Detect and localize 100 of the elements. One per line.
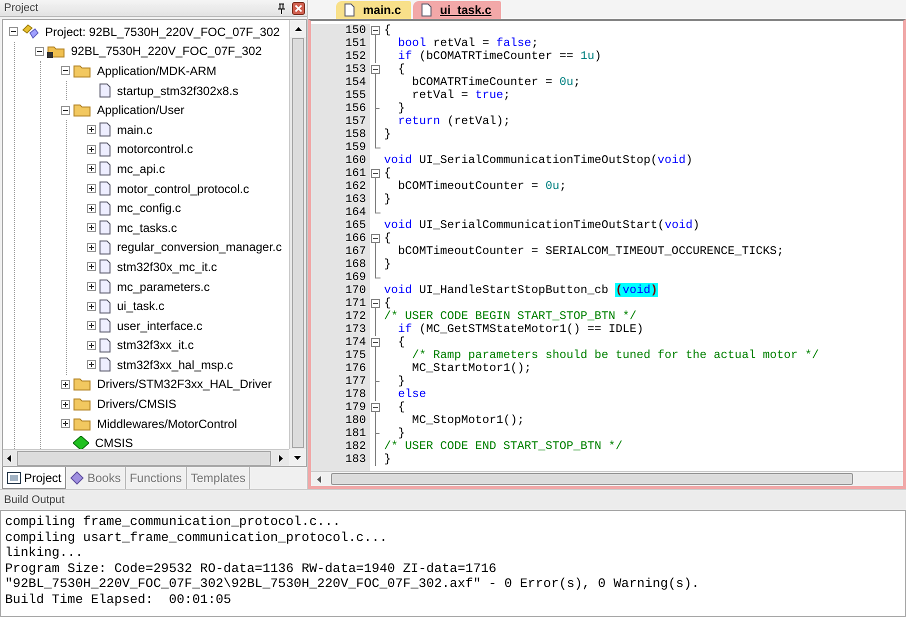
tree-item[interactable]: mc_api.c (117, 162, 166, 176)
tree-item[interactable]: stm32f30x_mc_it.c (117, 260, 218, 274)
code-line: bool retVal = false; (397, 37, 540, 50)
tree-item[interactable]: Drivers/STM32F3xx_HAL_Driver (97, 377, 272, 392)
collapse-icon[interactable] (370, 336, 382, 349)
collapse-icon[interactable] (370, 24, 382, 37)
output-line: compiling usart_frame_communication_protocol.c... (5, 530, 388, 545)
line-number: 183 (345, 453, 366, 466)
collapse-icon[interactable] (370, 167, 382, 180)
line-number: 153 (345, 63, 366, 76)
tree-item[interactable]: Application/User (97, 103, 184, 118)
tree-item[interactable]: stm32f3xx_hal_msp.c (117, 358, 234, 372)
code-line: { (397, 401, 406, 414)
file-icon (99, 338, 111, 353)
tree-item[interactable]: ui_task.c (117, 299, 164, 314)
code-line: bCOMATRTimeCounter = 0u; (411, 76, 582, 89)
pin-icon[interactable] (277, 2, 286, 14)
expand-icon[interactable] (61, 380, 70, 389)
tree-item[interactable]: mc_config.c (117, 201, 182, 216)
tree-item[interactable]: Middlewares/MotorControl (97, 416, 238, 431)
tree-item[interactable]: startup_stm32f302x8.s (117, 84, 238, 98)
code-line: { (397, 336, 406, 349)
scrollbar-thumb[interactable] (292, 38, 304, 448)
code-line: } (384, 193, 392, 206)
close-icon[interactable] (292, 2, 305, 14)
code-line: } (384, 128, 392, 141)
expand-icon[interactable] (87, 242, 96, 252)
collapse-icon[interactable] (9, 27, 18, 36)
line-number: 178 (345, 388, 366, 401)
expand-icon[interactable] (87, 184, 96, 194)
collapse-icon[interactable] (61, 106, 70, 115)
line-number: 179 (345, 401, 366, 414)
expand-icon[interactable] (87, 164, 96, 174)
expand-icon[interactable] (61, 419, 70, 428)
tree-item[interactable]: mc_parameters.c (117, 280, 210, 294)
collapse-icon[interactable] (370, 63, 382, 76)
collapse-icon[interactable] (370, 297, 382, 310)
collapse-icon[interactable] (61, 66, 70, 76)
expand-icon[interactable] (87, 360, 96, 370)
panel-tab[interactable]: Project (2, 467, 66, 489)
project-icon (21, 24, 39, 40)
expand-icon[interactable] (87, 223, 96, 232)
line-number: 151 (345, 37, 366, 50)
line-number: 162 (345, 180, 366, 193)
code-line: /* USER CODE END START_STOP_BTN */ (384, 440, 624, 453)
horizontal-scrollbar[interactable] (3, 449, 289, 466)
horizontal-scrollbar[interactable] (311, 471, 903, 486)
code-line: void UI_HandleStartStopButton_cb (void) (384, 284, 659, 297)
expand-icon[interactable] (87, 262, 96, 272)
expand-icon[interactable] (61, 400, 70, 409)
code-line: void UI_SerialCommunicationTimeOutStop(void) (384, 154, 694, 167)
expand-icon[interactable] (87, 302, 96, 311)
file-tab[interactable]: ui_task.c (413, 1, 502, 19)
tree-item[interactable]: CMSIS (95, 436, 134, 449)
tree-item[interactable]: regular_conversion_manager.c (117, 240, 282, 254)
tree-item[interactable]: motorcontrol.c (117, 142, 194, 156)
line-number: 158 (345, 128, 366, 141)
line-number: 169 (345, 271, 366, 284)
file-icon (99, 200, 111, 216)
vertical-scrollbar[interactable] (289, 20, 306, 449)
tree-item[interactable]: mc_tasks.c (117, 220, 178, 235)
expand-icon[interactable] (87, 204, 96, 213)
file-icon (344, 3, 355, 17)
line-number: 174 (345, 336, 366, 349)
tree-item[interactable]: stm32f3xx_it.c (117, 338, 194, 352)
file-icon (99, 298, 111, 314)
code-line: retVal = true; (411, 89, 512, 102)
line-number: 171 (345, 297, 366, 310)
project-tab-icon (7, 472, 21, 484)
file-tab[interactable]: main.c (336, 1, 412, 19)
tree-item[interactable]: user_interface.c (117, 318, 202, 333)
tree-item[interactable]: main.c (117, 122, 152, 137)
expand-icon[interactable] (87, 144, 96, 154)
left-arrow-icon (7, 454, 11, 462)
file-icon (99, 83, 111, 98)
tree-item[interactable]: motor_control_protocol.c (117, 182, 250, 196)
output-line: "92BL_7530H_220V_FOC_07F_302\92BL_7530H_220V_FOC_07F_302.axf" - 0 Error(s), 0 Warning(s). (5, 576, 700, 592)
file-icon (99, 161, 111, 176)
collapse-icon[interactable] (35, 46, 44, 56)
file-icon (421, 3, 432, 17)
collapse-icon[interactable] (370, 232, 382, 245)
tree-item[interactable]: Drivers/CMSIS (97, 397, 176, 412)
line-number: 170 (345, 284, 366, 297)
expand-icon[interactable] (87, 125, 96, 134)
code-line: bCOMTimeoutCounter = SERIALCOM_TIMEOUT_OCCURENCE_TICKS; (397, 245, 785, 258)
collapse-icon[interactable] (370, 401, 382, 414)
expand-icon[interactable] (87, 282, 96, 292)
tree-item[interactable]: Application/MDK-ARM (97, 64, 216, 78)
line-number: 173 (345, 323, 366, 336)
tree-item[interactable]: 92BL_7530H_220V_FOC_07F_302 (71, 44, 262, 58)
folder-icon (73, 64, 91, 78)
line-number: 152 (345, 50, 366, 63)
code-line: return (retVal); (397, 115, 512, 128)
line-number: 168 (345, 258, 366, 271)
line-number: 177 (345, 375, 366, 388)
expand-icon[interactable] (87, 321, 96, 330)
expand-icon[interactable] (87, 340, 96, 350)
code-line: } (397, 427, 406, 440)
code-line: MC_StopMotor1(); (411, 414, 526, 427)
tree-item[interactable]: Project: 92BL_7530H_220V_FOC_07F_302 (45, 24, 280, 39)
